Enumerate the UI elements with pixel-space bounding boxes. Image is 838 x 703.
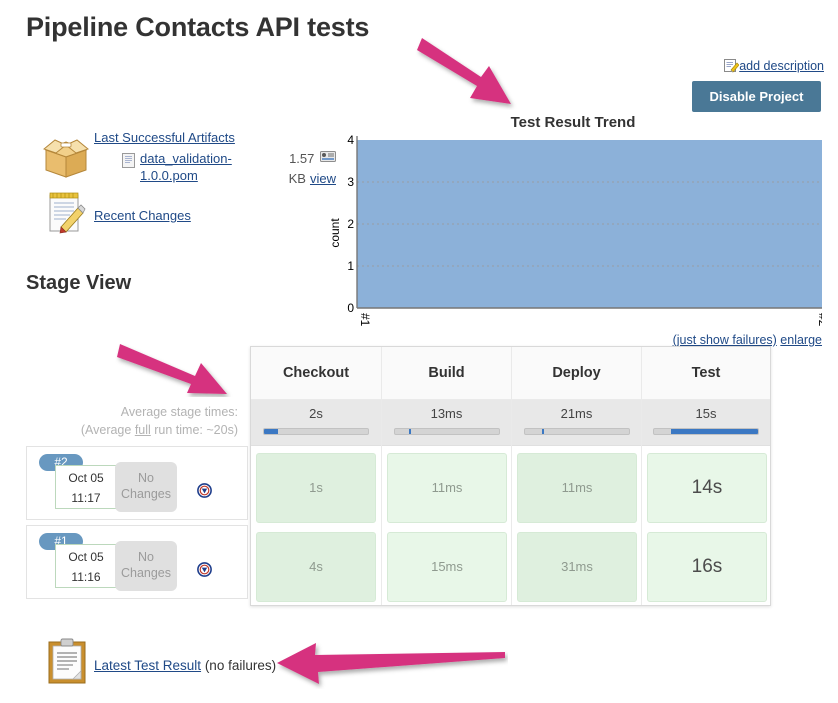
stage-average-test: 15s [642,400,770,446]
stage-column-checkout: Checkout 2s 1s 4s [251,347,381,605]
svg-text:4: 4 [347,133,354,147]
stage-progress-fill [670,429,758,434]
stage-progress-fill [264,429,278,434]
svg-text:#2: #2 [816,313,822,327]
stage-average-value: 2s [309,406,323,421]
build-changes-line1: No [138,550,154,564]
stage-progress-bar [523,428,630,435]
last-successful-artifacts-label[interactable]: Last Successful Artifacts [94,130,235,145]
stage-view-table: #2 Oct 05 11:17 No Changes #1 Oct 05 11:… [26,346,771,606]
stage-cell[interactable]: 1s [256,453,376,523]
page-title: Pipeline Contacts API tests [26,12,370,42]
latest-test-result-link[interactable]: Latest Test Result [94,658,201,673]
stage-cell-value: 16s [691,556,723,577]
build-changes-line2: Changes [120,566,172,580]
stage-cell[interactable]: 15ms [387,532,507,602]
svg-text:0: 0 [347,301,354,315]
just-show-failures-link[interactable]: (just show failures) [673,333,777,347]
artifact-size-unit: KB [288,171,306,186]
build-changes-line2: Changes [120,487,172,501]
clipboard-test-icon [48,638,86,684]
stage-progress-fill [409,429,411,434]
stage-progress-fill [542,429,544,434]
stage-header-test[interactable]: Test [642,347,770,400]
arrow-to-test-result-trend [417,38,511,104]
build-changes-box[interactable]: No Changes [115,462,177,512]
build-datebox[interactable]: Oct 05 11:16 [55,544,117,588]
stage-cell[interactable]: 31ms [517,532,637,602]
build-date: Oct 05 [68,471,104,485]
artifact-size-unit-row: KB view [264,169,336,189]
build-changes-line1: No [138,471,154,485]
chart-footer-links[interactable]: (just show failures) enlarge [673,333,822,347]
add-description-link[interactable]: add description [724,58,824,73]
stage-header-checkout[interactable]: Checkout [251,347,381,400]
stage-grid: Checkout 2s 1s 4s Build 13ms 11ms 15ms D… [250,346,771,606]
svg-text:#1: #1 [358,313,372,327]
stage-cell-value: 11ms [561,480,593,495]
stage-progress-bar [263,428,369,435]
notepad-pencil-icon [47,192,87,234]
stage-progress-bar [653,428,759,435]
build-datebox[interactable]: Oct 05 11:17 [55,465,117,509]
stage-average-checkout: 2s [251,400,381,446]
svg-text:3: 3 [347,175,354,189]
console-output-icon[interactable] [197,562,212,577]
chart-title: Test Result Trend [510,114,636,131]
stage-cell[interactable]: 14s [647,453,767,523]
stage-cell-value: 1s [309,480,323,495]
package-box-icon [42,136,90,178]
stage-cell[interactable]: 4s [256,532,376,602]
stage-average-deploy: 21ms [512,400,641,446]
add-description-label[interactable]: add description [739,59,824,73]
arrow-to-latest-test-result [277,643,505,684]
stage-progress-bar [393,428,500,435]
stage-column-test: Test 15s 14s 16s [641,347,770,605]
stage-cell-value: 31ms [561,559,593,574]
svg-text:1: 1 [347,259,354,273]
edit-note-icon [724,58,740,73]
artifact-file-link[interactable]: data_validation-1.0.0.pom [140,150,245,184]
console-output-icon[interactable] [197,483,212,498]
recent-changes-link[interactable]: Recent Changes [94,208,191,223]
chart-ylabel: count [330,218,342,248]
artifact-size-block: 1.57 KB view [264,148,336,189]
stage-cell-value: 4s [309,559,323,574]
build-time: 11:16 [71,570,101,584]
build-row[interactable]: #1 Oct 05 11:16 No Changes [26,525,248,599]
disable-project-button[interactable]: Disable Project [692,81,821,112]
stage-cell-value: 15ms [431,559,463,574]
stage-cell[interactable]: 11ms [517,453,637,523]
stage-header-build[interactable]: Build [382,347,511,400]
latest-test-result-text[interactable]: Latest Test Result (no failures) [94,658,276,673]
latest-test-result-suffix: (no failures) [201,658,277,673]
test-result-trend-chart[interactable]: count 4 3 2 1 0 #1 #2 [328,133,830,333]
svg-text:2: 2 [347,217,354,231]
build-date: Oct 05 [68,550,104,564]
stage-column-deploy: Deploy 21ms 11ms 31ms [511,347,641,605]
recent-changes-label[interactable]: Recent Changes [94,208,191,223]
artifact-size-value-row: 1.57 [264,148,336,169]
artifact-file-name[interactable]: data_validation-1.0.0.pom [140,151,232,183]
last-successful-artifacts-link[interactable]: Last Successful Artifacts [94,130,235,145]
document-icon [122,153,135,168]
build-row[interactable]: #2 Oct 05 11:17 No Changes [26,446,248,520]
stage-average-value: 13ms [430,406,463,421]
stage-view-heading: Stage View [26,272,132,294]
stage-header-deploy[interactable]: Deploy [512,347,641,400]
build-time: 11:17 [71,491,101,505]
stage-average-value: 21ms [560,406,593,421]
stage-column-build: Build 13ms 11ms 15ms [381,347,511,605]
enlarge-link[interactable]: enlarge [780,333,822,347]
stage-cell-value: 11ms [431,480,463,495]
build-changes-box[interactable]: No Changes [115,541,177,591]
artifact-size-value: 1.57 [289,151,315,166]
stage-average-value: 15s [695,406,717,421]
stage-cell[interactable]: 11ms [387,453,507,523]
stage-average-build: 13ms [382,400,511,446]
stage-cell-value: 14s [691,477,723,498]
stage-cell[interactable]: 16s [647,532,767,602]
builds-column: #2 Oct 05 11:17 No Changes #1 Oct 05 11:… [26,446,250,606]
